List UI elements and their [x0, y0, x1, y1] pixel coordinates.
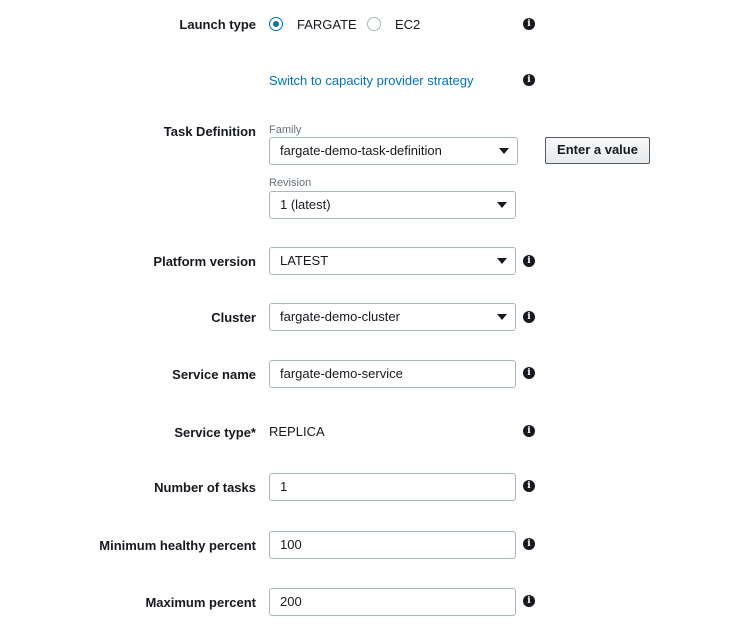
platform-version-label: Platform version — [153, 254, 256, 269]
revision-chevron-down-icon — [497, 202, 507, 208]
enter-a-value-button[interactable]: Enter a value — [545, 137, 650, 164]
platform-version-chevron-down-icon — [497, 258, 507, 264]
service-name-input[interactable]: fargate-demo-service — [269, 360, 516, 388]
minimum-healthy-percent-info-icon[interactable]: i — [523, 538, 535, 550]
capacity-provider-info-icon[interactable]: i — [523, 74, 535, 86]
family-chevron-down-icon — [499, 148, 509, 154]
minimum-healthy-percent-input[interactable]: 100 — [269, 531, 516, 559]
launch-type-label: Launch type — [179, 17, 256, 32]
minimum-healthy-percent-label: Minimum healthy percent — [99, 538, 256, 553]
service-type-value: REPLICA — [269, 424, 325, 439]
revision-sublabel: Revision — [269, 177, 312, 189]
number-of-tasks-input-value: 1 — [280, 479, 288, 494]
family-sublabel: Family — [269, 124, 302, 136]
ec2-radio[interactable] — [367, 17, 381, 31]
revision-select-value: 1 (latest) — [280, 197, 331, 212]
platform-version-select-value: LATEST — [280, 253, 329, 268]
service-name-info-icon[interactable]: i — [523, 367, 535, 379]
number-of-tasks-info-icon[interactable]: i — [523, 480, 535, 492]
cluster-select[interactable]: fargate-demo-cluster — [269, 303, 516, 331]
launch-type-info-icon[interactable]: i — [523, 18, 535, 30]
cluster-info-icon[interactable]: i — [523, 311, 535, 323]
service-name-label: Service name — [172, 367, 256, 382]
cluster-label: Cluster — [211, 310, 256, 325]
family-select[interactable]: fargate-demo-task-definition — [269, 137, 518, 165]
service-type-label: Service type* — [174, 425, 256, 440]
platform-version-select[interactable]: LATEST — [269, 247, 516, 275]
capacity-provider-strategy-link[interactable]: Switch to capacity provider strategy — [269, 73, 473, 88]
minimum-healthy-percent-input-value: 100 — [280, 537, 302, 552]
maximum-percent-info-icon[interactable]: i — [523, 595, 535, 607]
number-of-tasks-input[interactable]: 1 — [269, 473, 516, 501]
revision-select[interactable]: 1 (latest) — [269, 191, 516, 219]
service-name-input-value: fargate-demo-service — [280, 366, 403, 381]
maximum-percent-input-value: 200 — [280, 594, 302, 609]
cluster-select-value: fargate-demo-cluster — [280, 309, 400, 324]
task-definition-label: Task Definition — [163, 124, 256, 139]
maximum-percent-input[interactable]: 200 — [269, 588, 516, 616]
cluster-chevron-down-icon — [497, 314, 507, 320]
fargate-radio-label[interactable]: FARGATE — [297, 17, 357, 32]
service-type-info-icon[interactable]: i — [523, 425, 535, 437]
fargate-radio[interactable] — [269, 17, 283, 31]
platform-version-info-icon[interactable]: i — [523, 255, 535, 267]
maximum-percent-label: Maximum percent — [145, 595, 256, 610]
family-select-value: fargate-demo-task-definition — [280, 143, 442, 158]
ec2-radio-label[interactable]: EC2 — [395, 17, 420, 32]
number-of-tasks-label: Number of tasks — [154, 480, 256, 495]
